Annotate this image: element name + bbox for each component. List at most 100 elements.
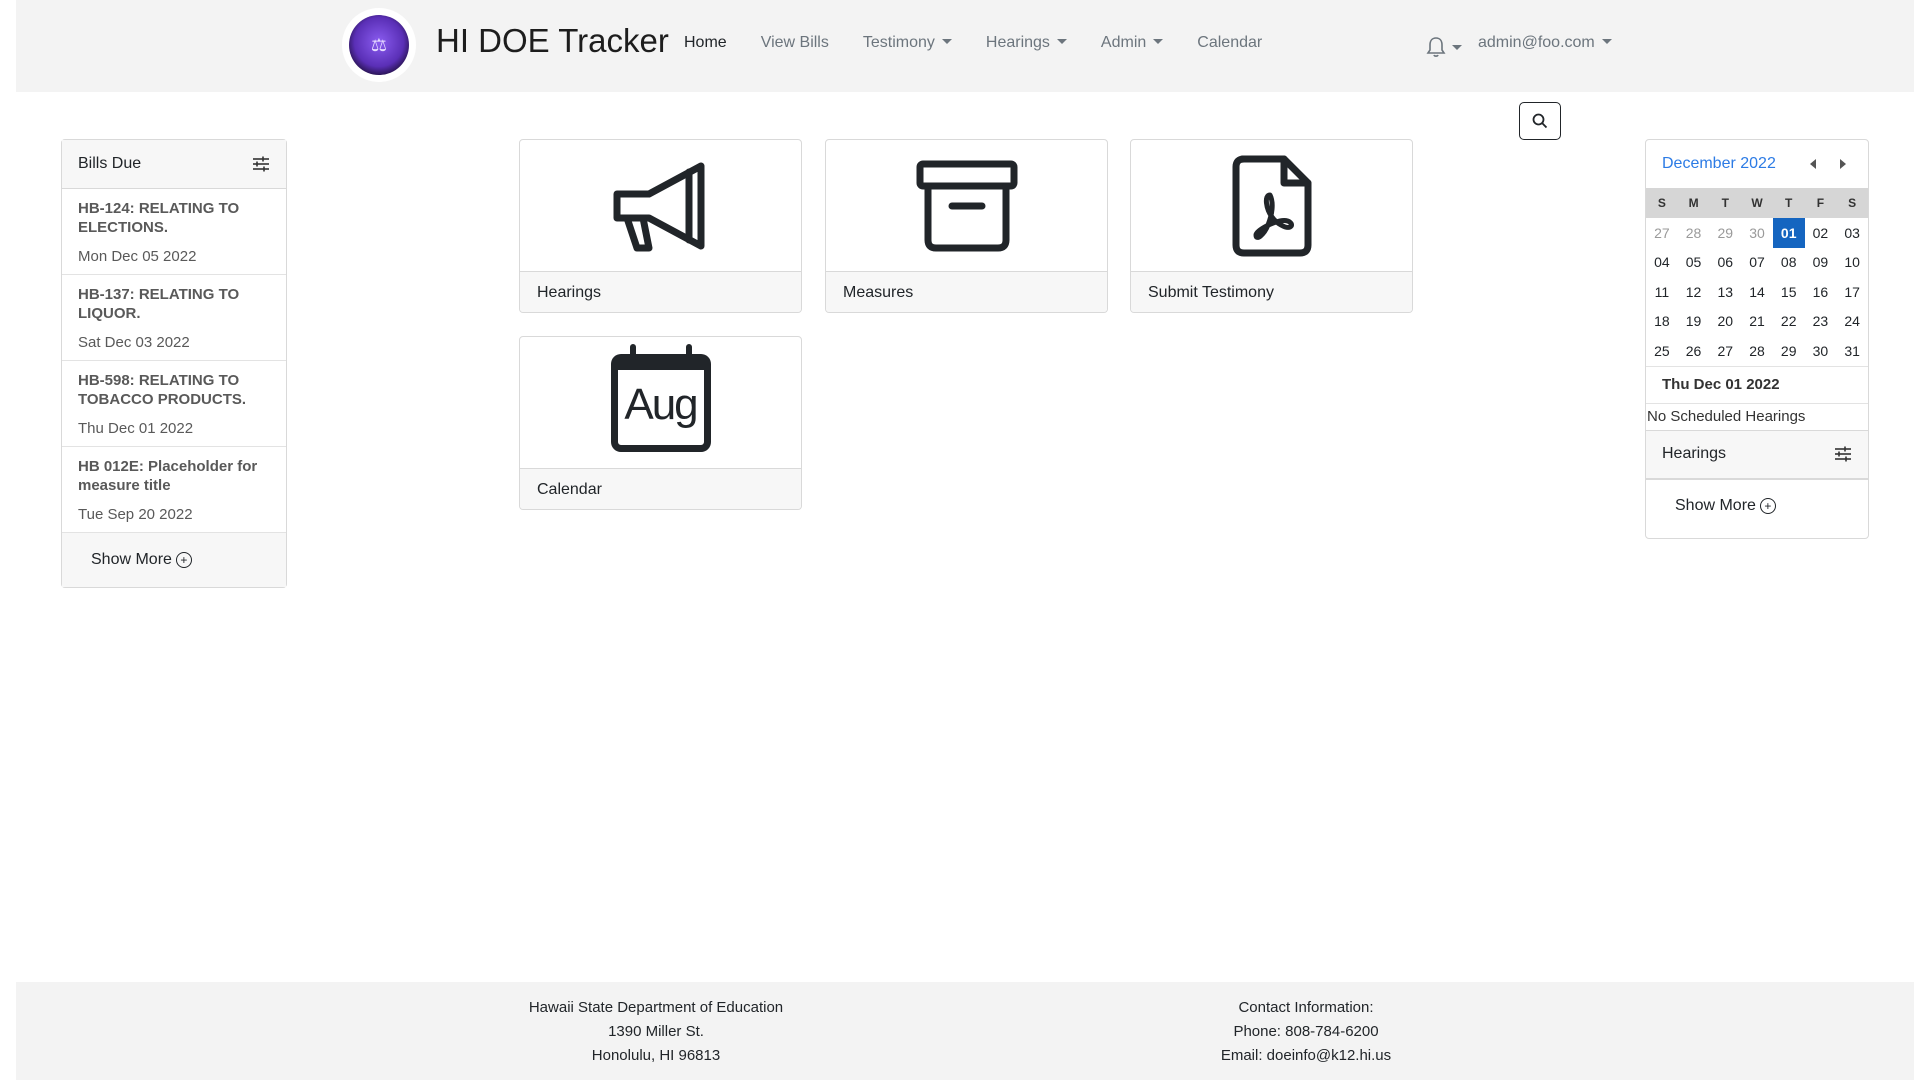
calendar-icon-tab-right xyxy=(685,343,692,358)
calendar-day[interactable]: 20 xyxy=(1709,307,1741,337)
show-more-label: Show More xyxy=(91,551,172,568)
caret-left-icon[interactable] xyxy=(1809,159,1816,169)
calendar-day-selected[interactable]: 01 xyxy=(1772,218,1805,248)
bill-title[interactable]: HB-137: RELATING TO LIQUOR. xyxy=(78,285,270,323)
calendar-day[interactable]: 08 xyxy=(1773,248,1805,278)
bill-title[interactable]: HB-598: RELATING TO TOBACCO PRODUCTS. xyxy=(78,371,270,409)
bill-title[interactable]: HB-124: RELATING TO ELECTIONS. xyxy=(78,199,270,237)
calendar-day[interactable]: 07 xyxy=(1741,248,1773,278)
calendar-day[interactable]: 30 xyxy=(1741,218,1773,248)
bell-icon xyxy=(1426,37,1446,57)
nav-links: Home View Bills Testimony Hearings Admin… xyxy=(684,34,1296,52)
measures-tile[interactable]: Measures xyxy=(825,139,1108,313)
footer-org-name: Hawaii State Department of Education xyxy=(528,999,784,1016)
weekday-label: S xyxy=(1657,196,1666,210)
calendar-month-label[interactable]: December 2022 xyxy=(1662,155,1776,173)
calendar-day[interactable]: 25 xyxy=(1646,336,1678,366)
calendar-day[interactable]: 23 xyxy=(1805,307,1837,337)
logo[interactable]: ⚖ xyxy=(342,8,416,82)
calendar-day[interactable]: 13 xyxy=(1709,277,1741,307)
calendar-day[interactable]: 14 xyxy=(1741,277,1773,307)
calendar-day[interactable]: 24 xyxy=(1836,307,1868,337)
calendar-month-icon: Aug xyxy=(610,343,711,452)
filter-sliders-icon[interactable] xyxy=(252,156,270,172)
nav-hearings-dropdown[interactable]: Hearings xyxy=(986,34,1067,52)
bill-title[interactable]: HB 012E: Placeholder for measure title xyxy=(78,457,270,495)
logo-glyph: ⚖ xyxy=(370,34,388,56)
nav-home[interactable]: Home xyxy=(684,34,727,52)
nav-testimony-dropdown[interactable]: Testimony xyxy=(863,34,952,52)
footer-contact-heading: Contact Information: xyxy=(1238,999,1374,1016)
calendar-tile[interactable]: Aug Calendar xyxy=(519,336,802,510)
bill-date: Mon Dec 05 2022 xyxy=(78,248,197,265)
user-menu-dropdown[interactable]: admin@foo.com xyxy=(1478,34,1612,52)
footer-city: Honolulu, HI 96813 xyxy=(591,1047,721,1064)
bills-due-panel: Bills Due HB-124: RELATING TO ELECTIONS.… xyxy=(61,139,287,588)
bill-list-item[interactable]: HB-124: RELATING TO ELECTIONS. Mon Dec 0… xyxy=(62,189,286,275)
calendar-day[interactable]: 28 xyxy=(1741,336,1773,366)
calendar-day[interactable]: 27 xyxy=(1709,336,1741,366)
search-button[interactable] xyxy=(1519,102,1561,140)
calendar-day[interactable]: 06 xyxy=(1709,248,1741,278)
calendar-day[interactable]: 11 xyxy=(1646,277,1678,307)
hearings-panel-header: Hearings xyxy=(1646,429,1868,479)
nav-admin-dropdown[interactable]: Admin xyxy=(1100,34,1164,52)
weekday-label: S xyxy=(1848,196,1857,210)
calendar-day[interactable]: 03 xyxy=(1836,218,1868,248)
notifications-dropdown[interactable] xyxy=(1426,36,1462,58)
chevron-down-icon xyxy=(941,39,952,44)
calendar-day[interactable]: 15 xyxy=(1773,277,1805,307)
calendar-day[interactable]: 12 xyxy=(1678,277,1710,307)
calendar-header: December 2022 xyxy=(1646,140,1868,188)
calendar-day[interactable]: 04 xyxy=(1646,248,1678,278)
bill-list-item[interactable]: HB-598: RELATING TO TOBACCO PRODUCTS. Th… xyxy=(62,361,286,447)
calendar-day[interactable]: 27 xyxy=(1646,218,1678,248)
tile-icon-area: Aug xyxy=(520,337,801,468)
calendar-day[interactable]: 10 xyxy=(1836,248,1868,278)
footer-street: 1390 Miller St. xyxy=(608,1023,704,1040)
user-email: admin@foo.com xyxy=(1478,34,1595,51)
footer-email[interactable]: Email: doeinfo@k12.hi.us xyxy=(1106,1044,1506,1068)
bill-list-item[interactable]: HB 012E: Placeholder for measure title T… xyxy=(62,447,286,533)
weekday-label: M xyxy=(1688,196,1699,210)
bill-list-item[interactable]: HB-137: RELATING TO LIQUOR. Sat Dec 03 2… xyxy=(62,275,286,361)
calendar-day[interactable]: 17 xyxy=(1836,277,1868,307)
chevron-down-icon xyxy=(1601,39,1612,44)
calendar-day[interactable]: 02 xyxy=(1805,218,1837,248)
tile-label: Calendar xyxy=(520,468,801,509)
calendar-day[interactable]: 16 xyxy=(1805,277,1837,307)
tile-label: Measures xyxy=(826,271,1107,312)
calendar-day[interactable]: 29 xyxy=(1773,336,1805,366)
calendar-day[interactable]: 30 xyxy=(1805,336,1837,366)
bills-show-more-button[interactable]: Show More + xyxy=(62,533,286,587)
hearings-show-more-button[interactable]: Show More + xyxy=(1646,478,1868,533)
calendar-day[interactable]: 22 xyxy=(1773,307,1805,337)
calendar-day[interactable]: 18 xyxy=(1646,307,1678,337)
nav-calendar[interactable]: Calendar xyxy=(1197,34,1262,52)
calendar-day[interactable]: 21 xyxy=(1741,307,1773,337)
calendar-day[interactable]: 09 xyxy=(1805,248,1837,278)
chevron-down-icon xyxy=(1452,44,1462,50)
calendar-day-grid: 27 28 29 30 01 02 03 04 05 06 07 08 09 10 11 12 13 14 15 16… xyxy=(1646,218,1868,366)
calendar-day[interactable]: 05 xyxy=(1678,248,1710,278)
calendar-day[interactable]: 26 xyxy=(1678,336,1710,366)
caret-right-icon[interactable] xyxy=(1839,159,1846,169)
calendar-day[interactable]: 29 xyxy=(1709,218,1741,248)
tile-label: Submit Testimony xyxy=(1131,271,1412,312)
calendar-day[interactable]: 31 xyxy=(1836,336,1868,366)
hearings-tile[interactable]: Hearings xyxy=(519,139,802,313)
tile-label: Hearings xyxy=(520,271,801,312)
footer-contact: Contact Information: Phone: 808-784-6200… xyxy=(1106,996,1506,1068)
calendar-day[interactable]: 28 xyxy=(1678,218,1710,248)
submit-testimony-tile[interactable]: Submit Testimony xyxy=(1130,139,1413,313)
brand-title[interactable]: HI DOE Tracker xyxy=(436,22,669,60)
nav-admin-label: Admin xyxy=(1100,34,1147,51)
filter-sliders-icon[interactable] xyxy=(1834,446,1852,462)
search-icon xyxy=(1532,113,1548,129)
weekday-label: T xyxy=(1785,196,1793,210)
tile-icon-area xyxy=(1131,140,1412,271)
plus-circle-icon: + xyxy=(175,552,192,568)
calendar-day[interactable]: 19 xyxy=(1678,307,1710,337)
bill-date: Tue Sep 20 2022 xyxy=(78,506,193,523)
nav-view-bills[interactable]: View Bills xyxy=(761,34,829,52)
